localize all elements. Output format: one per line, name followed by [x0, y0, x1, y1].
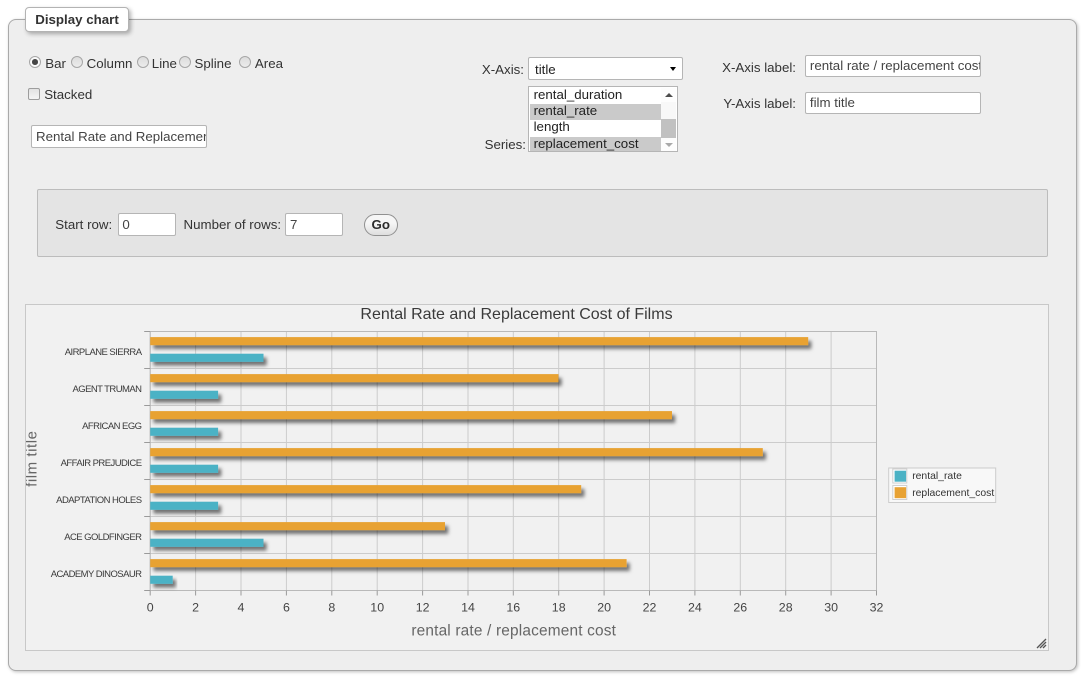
- svg-text:10: 10: [370, 600, 384, 614]
- svg-text:rental_rate: rental_rate: [912, 471, 962, 482]
- svg-text:Rental Rate and Replacement Co: Rental Rate and Replacement Cost of Film…: [360, 306, 672, 323]
- svg-text:6: 6: [282, 600, 289, 614]
- svg-text:22: 22: [642, 600, 656, 614]
- svg-text:AIRPLANE SIERRA: AIRPLANE SIERRA: [64, 346, 142, 357]
- svg-text:ACE GOLDFINGER: ACE GOLDFINGER: [64, 531, 142, 542]
- svg-text:0: 0: [146, 600, 153, 614]
- svg-text:rental rate / replacement cost: rental rate / replacement cost: [411, 622, 616, 639]
- svg-text:ACADEMY DINOSAUR: ACADEMY DINOSAUR: [50, 568, 141, 579]
- svg-text:AFRICAN EGG: AFRICAN EGG: [82, 420, 142, 431]
- svg-text:ADAPTATION HOLES: ADAPTATION HOLES: [56, 494, 142, 505]
- svg-text:26: 26: [733, 600, 747, 614]
- svg-text:20: 20: [597, 600, 611, 614]
- svg-text:replacement_cost: replacement_cost: [912, 487, 994, 498]
- svg-text:2: 2: [192, 600, 199, 614]
- svg-text:32: 32: [869, 600, 883, 614]
- svg-text:28: 28: [778, 600, 792, 614]
- svg-text:16: 16: [506, 600, 520, 614]
- svg-text:12: 12: [415, 600, 429, 614]
- svg-text:30: 30: [824, 600, 838, 614]
- svg-text:AGENT TRUMAN: AGENT TRUMAN: [72, 383, 142, 394]
- svg-text:4: 4: [237, 600, 244, 614]
- svg-text:18: 18: [551, 600, 565, 614]
- svg-text:film title: film title: [26, 430, 41, 486]
- svg-text:AFFAIR PREJUDICE: AFFAIR PREJUDICE: [60, 457, 141, 468]
- svg-text:24: 24: [688, 600, 702, 614]
- svg-text:14: 14: [461, 600, 475, 614]
- svg-text:8: 8: [328, 600, 335, 614]
